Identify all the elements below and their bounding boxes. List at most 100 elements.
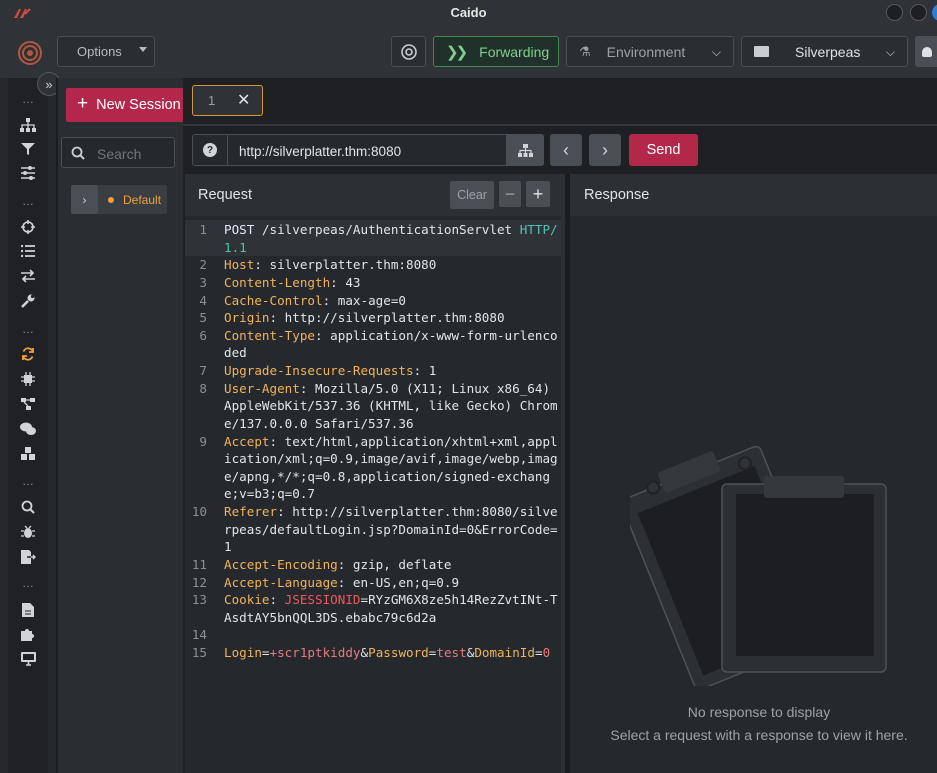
request-title: Request [198,187,253,203]
search-icon [71,146,85,160]
crosshair-icon[interactable] [19,218,37,236]
param-key: Login [224,645,262,660]
line-number: 11 [191,557,207,572]
session-search-field[interactable] [61,137,175,168]
account-button[interactable] [915,36,937,67]
line-number: 10 [191,504,207,519]
plus-icon: + [532,183,544,204]
protocol: HTTP/ [519,222,558,237]
chevron-left-icon: ‹ [563,139,569,160]
caido-logo-icon[interactable] [16,39,44,67]
url-bar: ? [192,134,544,166]
double-chevron-right-icon: » [45,76,53,92]
request-path: /silverpeas/AuthenticationServlet [254,222,520,237]
header-value-wrap: AsdtAY5bnQQL3DS.ebabc79c6d2a [224,610,437,625]
header-value: : en-US,en;q=0.9 [337,575,460,590]
header-value-wrap: ication/xml;q=0.9,image/avif,image/webp,… [224,451,558,466]
line-number: 6 [199,328,207,343]
header-line: Cache-Control: max-age=0 [224,293,559,308]
zoom-in-button[interactable]: + [526,181,550,207]
clear-button[interactable]: Clear [450,181,494,209]
forwarding-button[interactable]: ❯❯ Forwarding [433,36,559,67]
request-editor[interactable]: 1 POST /silverpeas/AuthenticationServlet… [185,220,561,773]
header-key: Origin [224,310,270,325]
project-dropdown[interactable]: Silverpeas ⌵ [741,36,908,67]
sliders-icon[interactable] [19,164,37,182]
environment-dropdown[interactable]: ⚗ Environment ⌵ [566,36,734,67]
header-value: : text/html,application/xhtml+xml,appl [269,434,558,449]
tab-1[interactable]: 1 ✕ [192,85,263,116]
header-value: : [269,592,285,607]
project-label: Silverpeas [795,43,861,60]
param-separator: & [360,645,369,660]
http-method: POST [224,222,255,237]
header-line: User-Agent: Mozilla/5.0 (X11; Linux x86_… [224,381,559,396]
header-key: User-Agent [224,381,300,396]
comments-icon[interactable] [19,420,37,438]
help-button[interactable]: ? [193,135,228,165]
cookie-name: JSESSIONID [284,592,361,607]
empty-response-title: No response to display [687,704,831,720]
search-icon[interactable] [19,498,37,516]
file-icon[interactable] [19,601,37,619]
new-session-button[interactable]: + New Session [66,88,185,122]
line-number: 5 [199,310,207,325]
zoom-out-button[interactable]: − [499,181,521,207]
session-search-input[interactable] [95,143,173,164]
replay-main: 1 ✕ ? ‹ › Send Request Clear − + [183,78,937,773]
line-number: 15 [191,645,207,660]
header-key: Cookie [224,592,270,607]
nav-group-dots: … [22,322,34,336]
collection-item-default[interactable]: › Default [71,185,167,214]
header-value: : application/x-www-form-urlenco [315,328,558,343]
tab-label: 1 [208,93,216,108]
bug-icon[interactable] [19,523,37,541]
protocol-version: 1.1 [224,240,247,255]
header-line: Content-Length: 43 [224,275,559,290]
tab-bar-divider [183,124,937,126]
nav-rail: » … … … … … [8,72,61,773]
url-input[interactable] [237,141,501,161]
options-dropdown[interactable]: Options [57,36,155,67]
workflow-icon[interactable] [19,395,37,413]
workspace-monitor-icon[interactable] [19,650,37,668]
line-number: 12 [191,575,207,590]
minimize-button[interactable] [886,4,903,21]
header-key: Upgrade-Insecure-Requests [224,363,414,378]
close-tab-icon[interactable]: ✕ [237,90,250,110]
export-file-icon[interactable] [19,548,37,566]
param-value: +scr1ptkiddy [269,645,361,660]
header-line: Origin: http://silverplatter.thm:8080 [224,310,559,325]
header-line: Referer: http://silverplatter.thm:8080/s… [224,504,559,519]
maximize-button[interactable] [910,4,927,21]
param-value: 0 [542,645,551,660]
body-line: Login=+scr1ptkiddy&Password=test&DomainI… [224,645,559,660]
help-circle-icon: ? [203,143,217,157]
header-value-wrap: AppleWebKit/537.36 (KHTML, like Gecko) C… [224,398,558,413]
replay-arrows-icon[interactable] [19,267,37,285]
wrench-icon[interactable] [19,292,37,310]
connection-settings-button[interactable] [506,134,544,166]
header-key: Content-Type [224,328,315,343]
sitemap-icon[interactable] [19,116,37,134]
send-button[interactable]: Send [629,134,698,166]
automate-refresh-icon[interactable] [19,345,37,363]
header-key: Referer [224,504,278,519]
browser-button[interactable] [391,36,426,67]
chip-icon[interactable] [19,370,37,388]
list-icon[interactable] [19,242,37,260]
chevron-down-icon [139,47,147,52]
history-back-button[interactable]: ‹ [550,134,582,166]
filter-icon[interactable] [19,140,37,158]
cookie-value: =RYzGM6X8ze5h14RezZvtINt-T [360,592,558,607]
header-value: : max-age=0 [322,293,406,308]
history-forward-button[interactable]: › [589,134,621,166]
line-number: 4 [199,293,207,308]
collection-expand-button[interactable]: › [71,185,98,214]
minus-icon: − [504,183,516,204]
header-line: Upgrade-Insecure-Requests: 1 [224,363,559,378]
puzzle-icon[interactable] [19,625,37,643]
plugins-cubes-icon[interactable] [19,445,37,463]
header-line: Accept-Encoding: gzip, deflate [224,557,559,572]
flask-icon: ⚗ [579,43,591,59]
